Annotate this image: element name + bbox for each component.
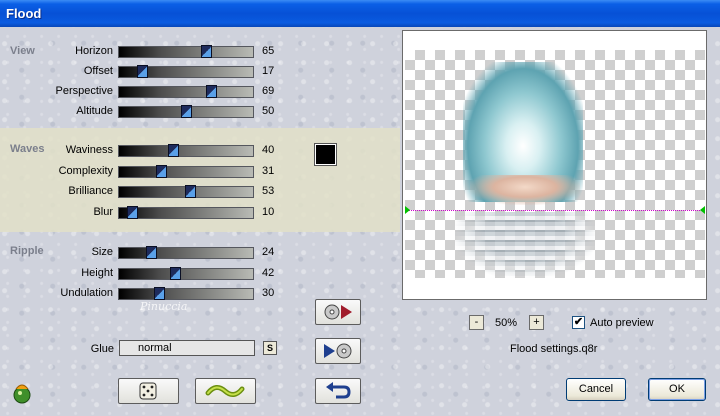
title-bar: Flood xyxy=(0,0,720,27)
param-slider[interactable] xyxy=(118,165,254,178)
slider-thumb[interactable] xyxy=(154,287,166,300)
param-value: 42 xyxy=(262,267,275,279)
slider-thumb[interactable] xyxy=(127,206,139,219)
param-slider[interactable] xyxy=(118,206,254,219)
zoom-level: 50% xyxy=(495,317,518,329)
param-slider[interactable] xyxy=(118,45,254,58)
param-label: Undulation xyxy=(60,287,113,299)
param-slider[interactable] xyxy=(118,105,254,118)
param-value: 40 xyxy=(262,144,275,156)
flood-dialog: Flood View Horizon 65 Offset 17 Perspective 6… xyxy=(0,0,720,416)
watermark-text: Pinuccia xyxy=(140,300,188,313)
wave-icon xyxy=(205,385,245,397)
slider-thumb[interactable] xyxy=(136,65,148,78)
param-slider[interactable] xyxy=(118,144,254,157)
settings-filename: Flood settings.q8r xyxy=(510,343,598,355)
param-label: Height xyxy=(81,267,113,279)
param-value: 53 xyxy=(262,185,275,197)
glue-button[interactable]: S xyxy=(263,341,277,355)
param-value: 69 xyxy=(262,85,275,97)
color-swatch[interactable] xyxy=(314,143,337,166)
param-value: 30 xyxy=(262,287,275,299)
slider-thumb[interactable] xyxy=(170,267,182,280)
slider-thumb[interactable] xyxy=(181,105,192,118)
param-label: Brilliance xyxy=(68,185,113,197)
filter-logo-icon xyxy=(10,381,34,405)
param-value: 65 xyxy=(262,45,275,57)
param-slider[interactable] xyxy=(118,185,254,198)
param-slider[interactable] xyxy=(118,65,254,78)
param-label: Size xyxy=(91,246,113,258)
slider-thumb[interactable] xyxy=(201,45,213,58)
random-button[interactable] xyxy=(118,378,179,404)
ok-button[interactable]: OK xyxy=(648,378,706,401)
param-label: Perspective xyxy=(55,85,113,97)
slider-thumb[interactable] xyxy=(185,185,197,198)
glue-select[interactable]: normal xyxy=(119,340,255,356)
param-slider[interactable] xyxy=(118,267,254,280)
cd-play-icon xyxy=(324,304,352,320)
undo-arrow-icon xyxy=(326,382,351,399)
param-slider[interactable] xyxy=(118,287,254,300)
dice-icon xyxy=(139,382,157,400)
horizon-line xyxy=(408,210,704,211)
param-label: Complexity xyxy=(58,165,113,177)
param-value: 10 xyxy=(262,206,275,218)
horizon-left-handle[interactable] xyxy=(405,206,410,214)
load-settings-button[interactable] xyxy=(315,299,361,325)
zoom-in-button[interactable]: + xyxy=(529,315,544,330)
param-value: 31 xyxy=(262,165,275,177)
cancel-button[interactable]: Cancel xyxy=(566,378,626,401)
param-label: Offset xyxy=(83,65,113,77)
save-settings-button[interactable] xyxy=(315,338,361,364)
auto-preview-label: Auto preview xyxy=(590,317,654,329)
play-cd-icon xyxy=(324,343,352,359)
param-value: 24 xyxy=(262,246,275,258)
param-value: 50 xyxy=(262,105,275,117)
preview-sand-image xyxy=(470,175,580,205)
slider-thumb[interactable] xyxy=(146,246,158,259)
param-label: Altitude xyxy=(76,105,113,117)
slider-thumb[interactable] xyxy=(206,85,218,98)
slider-thumb[interactable] xyxy=(167,144,179,157)
param-label: Blur xyxy=(93,206,113,218)
param-slider[interactable] xyxy=(118,246,254,259)
auto-preview-checkbox[interactable]: ✔ xyxy=(572,316,585,329)
undo-button[interactable] xyxy=(315,378,361,404)
preview-reflection xyxy=(455,212,595,278)
param-value: 17 xyxy=(262,65,275,77)
param-label: Horizon xyxy=(75,45,113,57)
param-slider[interactable] xyxy=(118,85,254,98)
zoom-out-button[interactable]: - xyxy=(469,315,484,330)
param-label: Waviness xyxy=(65,144,113,156)
glue-label: Glue xyxy=(90,343,114,355)
reset-button[interactable] xyxy=(195,378,256,404)
horizon-right-handle[interactable] xyxy=(700,206,705,214)
window-title: Flood xyxy=(6,6,42,21)
slider-thumb[interactable] xyxy=(155,165,167,178)
